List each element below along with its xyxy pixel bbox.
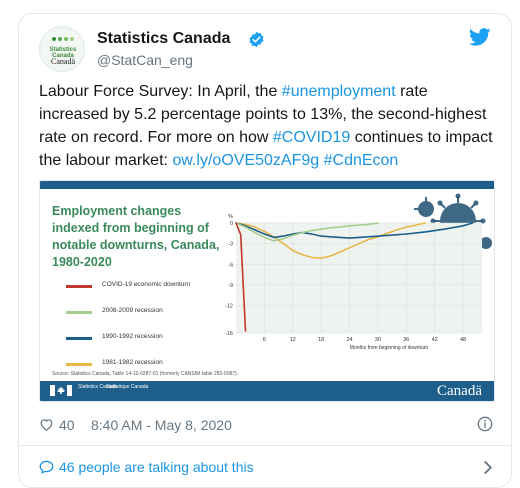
tweet-card: Statistics Canada Canadä Statistics Cana… bbox=[18, 13, 512, 488]
short-url-link[interactable]: ow.ly/oOVE50zAF9g bbox=[172, 152, 319, 169]
account-name[interactable]: Statistics Canada bbox=[97, 30, 230, 48]
x-tick-label: 48 bbox=[460, 337, 466, 343]
x-tick-label: 6 bbox=[263, 337, 266, 343]
tweet-text: Labour Force Survey: In April, the #unem… bbox=[39, 80, 499, 172]
verified-badge-icon bbox=[249, 31, 264, 48]
heart-icon[interactable] bbox=[39, 417, 54, 432]
canada-flag-icon bbox=[50, 385, 72, 396]
statcan-logo-icon bbox=[52, 37, 74, 41]
twitter-bird-icon[interactable] bbox=[469, 28, 491, 46]
conversation-link[interactable]: 46 people are talking about this bbox=[39, 458, 493, 478]
plot-area bbox=[236, 223, 482, 333]
legend-label: 1981-1982 recession bbox=[102, 359, 163, 366]
x-tick-label: 36 bbox=[403, 337, 409, 343]
legend-swatch bbox=[66, 337, 92, 340]
legend-item: COVID-19 economic downturn bbox=[52, 281, 212, 307]
legend-label: 1990-1992 recession bbox=[102, 333, 163, 340]
y-tick-label: 0 bbox=[230, 221, 233, 227]
account-handle[interactable]: @StatCan_eng bbox=[97, 52, 193, 68]
canada-wordmark: Canadä bbox=[437, 383, 482, 399]
legend-swatch bbox=[66, 285, 92, 288]
legend-swatch bbox=[66, 363, 92, 366]
x-tick-label: 12 bbox=[290, 337, 296, 343]
x-tick-label: 24 bbox=[346, 337, 352, 343]
media-footer: Statistics Canada Statistique Canada Can… bbox=[40, 381, 494, 401]
x-tick-label: 30 bbox=[375, 337, 381, 343]
legend-swatch bbox=[66, 311, 92, 314]
y-tick-label: -9 bbox=[228, 283, 233, 289]
chevron-right-icon bbox=[484, 461, 492, 474]
tweet-meta: 40 8:40 AM - May 8, 2020 bbox=[39, 414, 493, 436]
y-tick-label: -16 bbox=[225, 331, 233, 337]
x-tick-label: 42 bbox=[432, 337, 438, 343]
y-axis-label: % bbox=[228, 214, 233, 220]
chart-legend: COVID-19 economic downturn 2008-2009 rece… bbox=[52, 281, 212, 385]
info-icon[interactable] bbox=[477, 416, 493, 432]
like-count[interactable]: 40 bbox=[59, 417, 75, 433]
line-chart: 0 -3 -6 -9 -12 -16 6 12 18 24 30 36 42 48% Months from… bbox=[225, 214, 482, 351]
legend-item: 2008-2009 recession bbox=[52, 307, 212, 333]
conversation-count-text[interactable]: 46 people are talking about this bbox=[59, 459, 254, 475]
x-tick-label: 18 bbox=[318, 337, 324, 343]
legend-label: 2008-2009 recession bbox=[102, 307, 163, 314]
tweet-text-segment: Labour Force Survey: In April, the bbox=[39, 83, 282, 100]
tweet-media-image[interactable]: Employment changes indexed from beginnin… bbox=[39, 180, 495, 402]
x-axis-label: Months from beginning of downturn bbox=[350, 345, 429, 351]
chart-title: Employment changes indexed from beginnin… bbox=[52, 204, 220, 269]
hashtag-cdnecon-link[interactable]: #CdnEcon bbox=[324, 152, 399, 169]
y-tick-label: -3 bbox=[228, 242, 233, 248]
avatar-wordmark: Canadä bbox=[51, 57, 75, 66]
speech-bubble-icon bbox=[39, 460, 54, 474]
legend-item: 1990-1992 recession bbox=[52, 333, 212, 359]
hashtag-covid19-link[interactable]: #COVID19 bbox=[273, 129, 350, 146]
tweet-timestamp[interactable]: 8:40 AM - May 8, 2020 bbox=[91, 417, 232, 433]
source-note: Source: Statistics Canada, Table 14-10-0… bbox=[52, 371, 239, 377]
hashtag-unemployment-link[interactable]: #unemployment bbox=[282, 83, 396, 100]
tweet-header: Statistics Canada Canadä Statistics Cana… bbox=[39, 26, 493, 72]
y-tick-label: -6 bbox=[228, 262, 233, 268]
legend-label: COVID-19 economic downturn bbox=[102, 281, 191, 288]
divider bbox=[19, 445, 511, 446]
avatar[interactable]: Statistics Canada Canadä bbox=[39, 26, 85, 72]
agency-name-fr: Statistique Canada bbox=[106, 384, 149, 390]
y-tick-label: -12 bbox=[225, 304, 233, 310]
